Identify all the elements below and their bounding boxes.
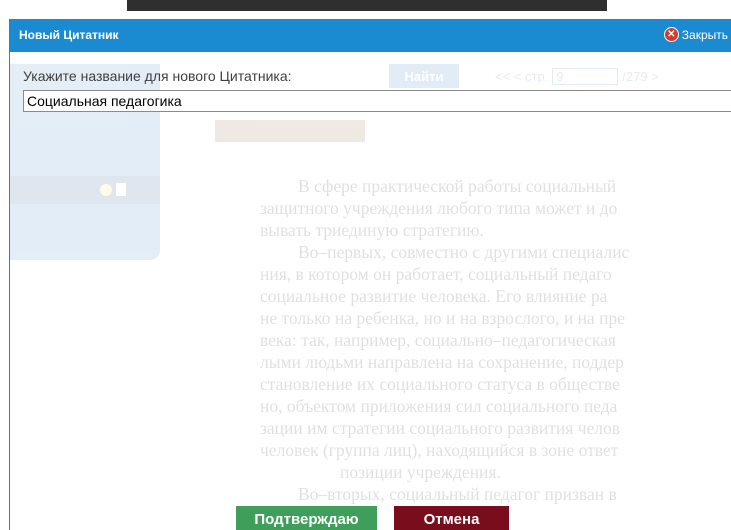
text-line: В сфере практической работы социальный — [298, 176, 617, 196]
page-number: 9 — [552, 68, 619, 85]
top-strip-bar — [127, 0, 607, 11]
text-line: человек (группа лиц), находящийся в зоне… — [260, 440, 619, 460]
text-line: вывать триединую стратегию. — [260, 220, 484, 240]
background-find-button: Найти — [389, 64, 459, 88]
cancel-button[interactable]: Отмена — [394, 506, 509, 530]
quotebook-name-input[interactable] — [23, 90, 731, 112]
text-line: лыми людьми направлена на сохранение, по… — [260, 352, 624, 372]
close-button[interactable]: ✕ Закрыть — [663, 27, 728, 42]
add-icon — [100, 184, 112, 196]
text-line: становление их социального статуса в общ… — [260, 374, 620, 394]
background-pager: << < стр. 9/279 > — [495, 68, 659, 85]
close-label: Закрыть — [681, 27, 728, 42]
name-prompt: Укажите название для нового Цитатника: — [23, 68, 292, 84]
background-sidebar-strip — [10, 176, 160, 204]
document-icon — [116, 183, 126, 196]
text-line: но, объектом приложения сил социального … — [260, 396, 618, 416]
text-line: социальное развитие человека. Его влияни… — [260, 286, 608, 306]
text-line: зации им стратегии социального развития … — [260, 418, 621, 438]
text-line: не только на ребенка, но и на взрослого,… — [260, 308, 625, 328]
confirm-button[interactable]: Подтверждаю — [236, 506, 377, 530]
dialog-title: Новый Цитатник — [19, 28, 119, 42]
text-line: Во–вторых, социальный педагог призван в — [298, 484, 617, 504]
pager-prefix: << < стр. — [495, 69, 549, 84]
background-toolbar-icons — [215, 120, 365, 142]
pager-suffix: /279 > — [622, 69, 659, 84]
text-line: позиции учреждения. — [340, 462, 501, 482]
text-line: века: так, например, социально–педагогич… — [260, 330, 616, 350]
text-line: защитного учреждения любого типа может и… — [260, 198, 618, 218]
dialog-title-bar: Новый Цитатник ✕ Закрыть — [10, 19, 731, 52]
close-icon: ✕ — [663, 27, 679, 42]
background-page: Найти << < стр. 9/279 > В сфере практичес… — [10, 52, 731, 530]
text-line: Во–первых, совместно с другими специалис — [298, 242, 630, 262]
new-quotebook-dialog: Найти << < стр. 9/279 > В сфере практичес… — [9, 19, 731, 530]
top-strip — [0, 0, 731, 18]
text-line: ния, в котором он работает, социальный п… — [260, 264, 612, 284]
background-book-text: В сфере практической работы социальный з… — [260, 175, 731, 505]
